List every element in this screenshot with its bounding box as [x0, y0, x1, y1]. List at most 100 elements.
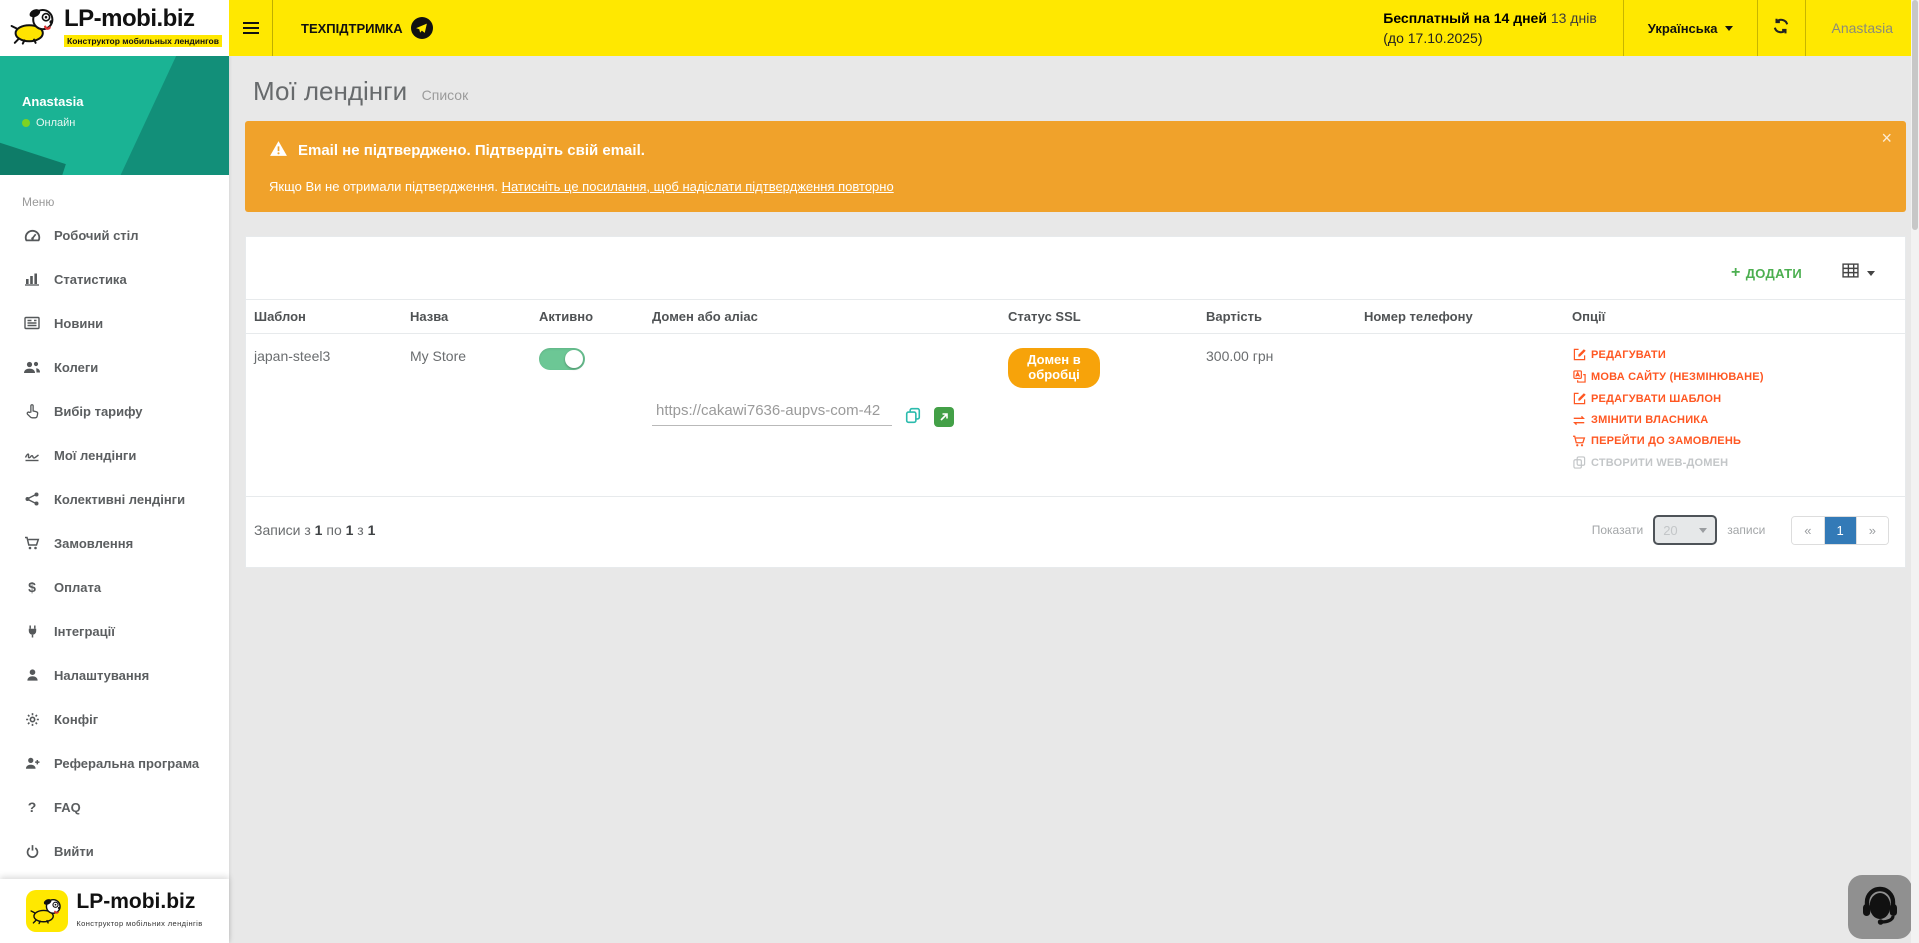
copy-icon[interactable]	[905, 407, 921, 427]
table-header: Шаблон Назва Активно Домен або аліас Ста…	[246, 299, 1905, 334]
sidebar-item-tariff[interactable]: Вибір тарифу	[0, 389, 229, 433]
sidebar-item-label: Конфіг	[54, 712, 98, 727]
sidebar-item-label: Вибір тарифу	[54, 404, 143, 419]
option-edit[interactable]: РЕДАГУВАТИ	[1572, 348, 1897, 361]
sidebar-item-label: Налаштування	[54, 668, 149, 683]
refresh-icon	[1772, 17, 1790, 40]
cell-ssl: Домен в обробці	[1000, 334, 1198, 496]
profile-name: Anastasia	[22, 94, 229, 109]
sidebar-item-label: FAQ	[54, 800, 81, 815]
sidebar-item-label: Оплата	[54, 580, 101, 595]
sidebar-item-config[interactable]: Конфіг	[0, 697, 229, 741]
col-header-template: Шаблон	[246, 300, 402, 333]
close-icon[interactable]: ×	[1881, 129, 1892, 147]
support-link[interactable]: ТЕХПІДТРИМКА	[273, 0, 461, 56]
show-label: Показати	[1592, 523, 1643, 537]
support-chat-button[interactable]	[1848, 875, 1912, 939]
main-content: Мої лендінги Список Email не підтверджен…	[229, 56, 1919, 943]
cell-domain	[644, 334, 1000, 496]
sidebar-item-orders[interactable]: Замовлення	[0, 521, 229, 565]
sidebar-item-colleagues[interactable]: Колеги	[0, 345, 229, 389]
brand-subtitle: Конструктор мобильных лендингов	[64, 35, 222, 47]
records-label: записи	[1727, 523, 1765, 537]
sidebar-item-payment[interactable]: $ Оплата	[0, 565, 229, 609]
topbar-username[interactable]: Anastasia	[1806, 0, 1919, 56]
sidebar-item-news[interactable]: Новини	[0, 301, 229, 345]
trial-until: (до 17.10.2025)	[1383, 28, 1597, 48]
sidebar-item-my-landings[interactable]: Мої лендінги	[0, 433, 229, 477]
pagination-page-1[interactable]: 1	[1824, 517, 1856, 544]
option-change-owner[interactable]: ЗМІНИТИ ВЛАСНИКА	[1572, 414, 1897, 426]
sidebar-item-dashboard[interactable]: Робочий стіл	[0, 213, 229, 257]
sidebar-menu: Робочий стіл Статистика Новини Колеги Ви…	[0, 213, 229, 873]
email-warning-banner: Email не підтверджено. Підтвердіть свій …	[245, 121, 1906, 212]
refresh-button[interactable]	[1758, 0, 1806, 56]
warning-icon	[269, 140, 288, 161]
users-icon	[23, 360, 41, 374]
language-icon	[1572, 370, 1586, 383]
scrollbar-thumb[interactable]	[1912, 0, 1918, 230]
columns-dropdown[interactable]	[1842, 263, 1875, 283]
resend-confirmation-link[interactable]: Натисніть це посилання, щоб надіслати пі…	[502, 179, 894, 194]
table-grid-icon	[1842, 263, 1859, 283]
option-edit-template[interactable]: РЕДАГУВАТИ ШАБЛОН	[1572, 392, 1897, 405]
topbar: LP-mobi.biz Конструктор мобильных лендин…	[0, 0, 1919, 56]
sidebar-item-referral[interactable]: Реферальна програма	[0, 741, 229, 785]
language-label: Українська	[1648, 21, 1718, 36]
bar-chart-icon	[23, 272, 41, 286]
topbar-brand[interactable]: LP-mobi.biz Конструктор мобильных лендин…	[0, 0, 229, 56]
col-header-name: Назва	[402, 300, 531, 333]
sidebar-item-label: Робочий стіл	[54, 228, 139, 243]
exchange-icon	[1572, 415, 1586, 426]
sidebar-item-logout[interactable]: Вийти	[0, 829, 229, 873]
sidebar-item-settings[interactable]: Налаштування	[0, 653, 229, 697]
plug-icon	[23, 624, 41, 639]
col-header-phone: Номер телефону	[1356, 300, 1564, 333]
col-header-price: Вартість	[1198, 300, 1356, 333]
active-toggle[interactable]	[539, 348, 585, 370]
sidebar-item-collective-landings[interactable]: Колективні лендінги	[0, 477, 229, 521]
table-row: japan-steel3 My Store Домен в обробці 30…	[246, 334, 1905, 497]
pagination-prev[interactable]: «	[1792, 517, 1823, 544]
language-selector[interactable]: Українська	[1623, 0, 1758, 56]
col-header-active: Активно	[531, 300, 644, 333]
scrollbar[interactable]	[1911, 0, 1919, 943]
edit-icon	[1572, 348, 1586, 361]
external-link-icon[interactable]	[934, 407, 954, 427]
page-size-select[interactable]: 20	[1653, 515, 1717, 545]
pagination-next[interactable]: »	[1856, 517, 1888, 544]
chevron-down-icon	[1725, 26, 1733, 31]
option-go-to-orders[interactable]: ПЕРЕЙТИ ДО ЗАМОВЛЕНЬ	[1572, 435, 1897, 447]
option-site-language[interactable]: МОВА САЙТУ (НЕЗМІНЮВАНЕ)	[1572, 370, 1897, 383]
share-icon	[23, 492, 41, 506]
menu-toggle-button[interactable]	[229, 0, 273, 56]
hand-pointer-icon	[23, 404, 41, 419]
trial-info: Бесплатный на 14 дней 13 днів (до 17.10.…	[1383, 0, 1623, 56]
sidebar-item-integrations[interactable]: Інтеграції	[0, 609, 229, 653]
col-header-ssl: Статус SSL	[1000, 300, 1198, 333]
brand-title: LP-mobi.biz	[64, 5, 194, 32]
chevron-down-icon	[1699, 528, 1707, 533]
menu-section-label: Меню	[0, 175, 229, 213]
records-info: Записи з 1 по 1 з 1	[254, 522, 375, 538]
chevron-down-icon	[1867, 271, 1875, 276]
user-plus-icon	[23, 756, 41, 770]
alert-title: Email не підтверджено. Підтвердіть свій …	[298, 142, 645, 159]
sidebar-item-statistics[interactable]: Статистика	[0, 257, 229, 301]
trial-days-left: 13 днів	[1551, 10, 1597, 26]
add-button[interactable]: + ДОДАТИ	[1731, 264, 1802, 282]
dollar-icon: $	[23, 579, 41, 595]
sidebar-item-faq[interactable]: ? FAQ	[0, 785, 229, 829]
headset-icon	[1859, 883, 1901, 932]
pagination: « 1 »	[1791, 516, 1889, 545]
cell-template: japan-steel3	[246, 334, 402, 496]
landings-panel: + ДОДАТИ Шаблон Назва Активно Домен або …	[245, 236, 1906, 568]
page-subtitle: Список	[422, 87, 469, 103]
sidebar-profile: Anastasia Онлайн	[0, 56, 229, 175]
sidebar-item-label: Колеги	[54, 360, 98, 375]
sidebar-item-label: Реферальна програма	[54, 756, 199, 771]
sidebar-item-label: Замовлення	[54, 536, 133, 551]
sidebar-footer-brand[interactable]: LP-mobi.biz Конструктор мобільних лендін…	[0, 879, 229, 943]
domain-input[interactable]	[652, 400, 892, 426]
cart-icon	[1572, 435, 1586, 447]
